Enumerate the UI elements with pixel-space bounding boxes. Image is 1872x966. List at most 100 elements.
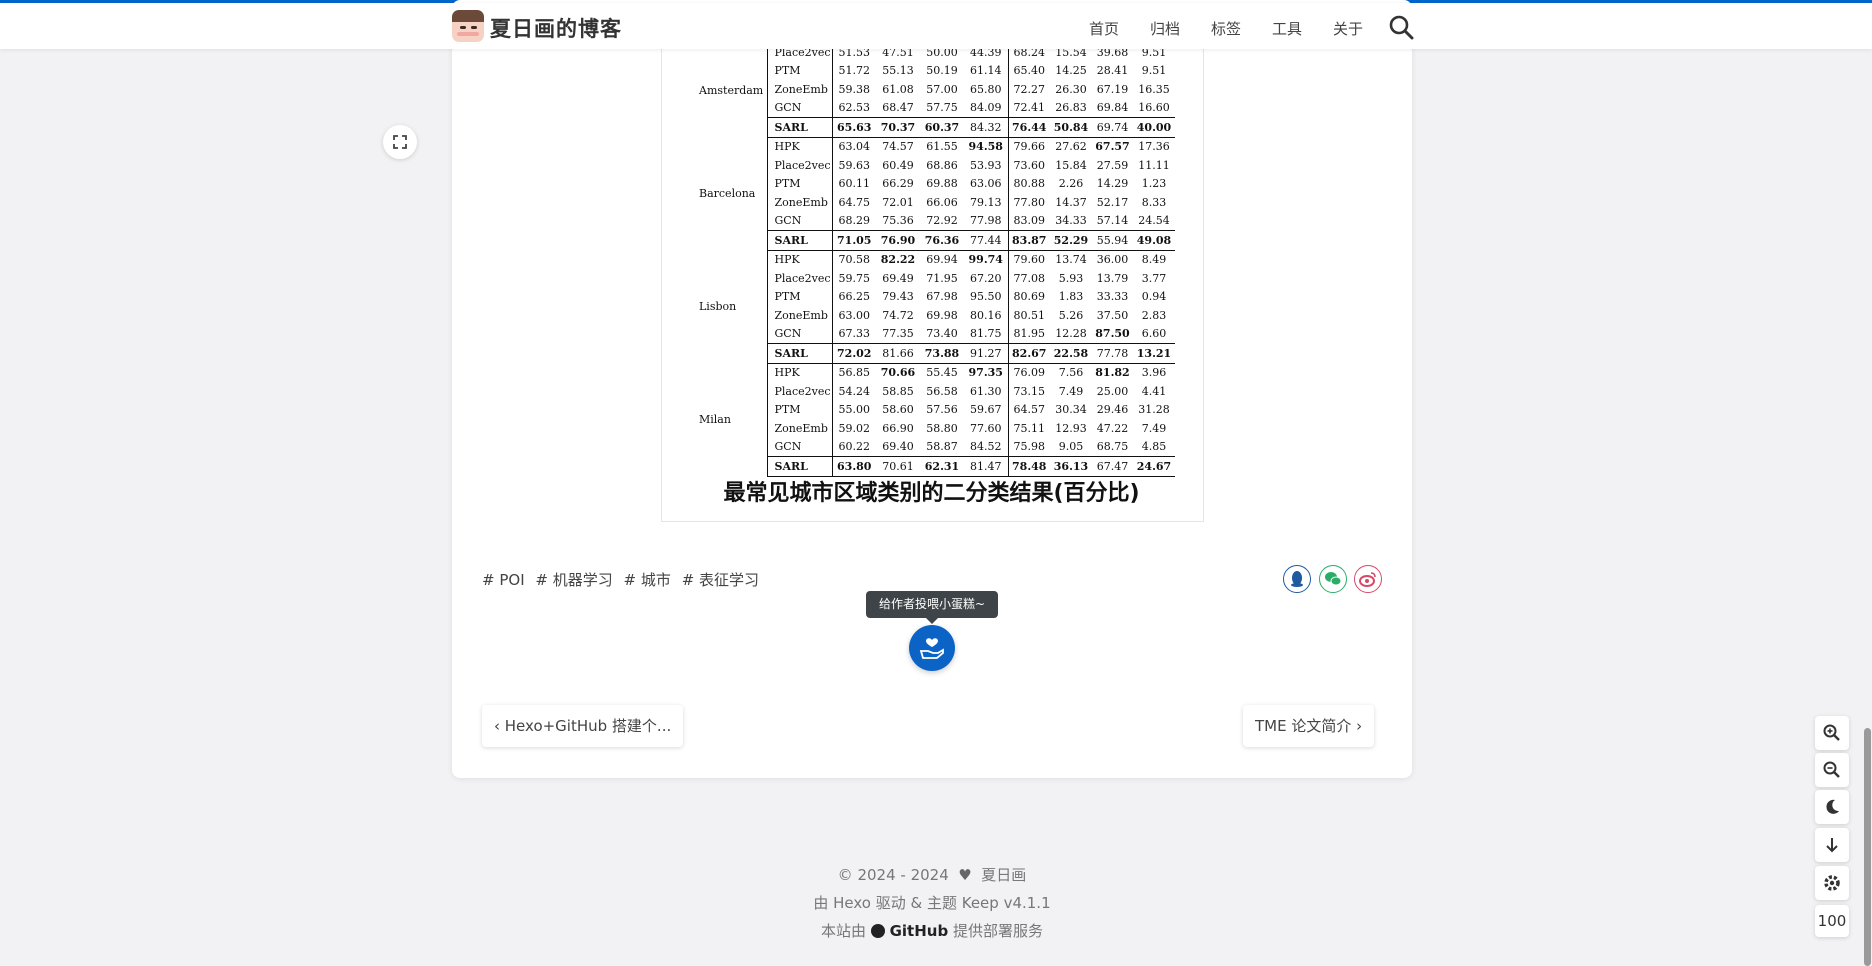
value-cell: 72.27 (1013, 82, 1046, 96)
moon-icon (1826, 799, 1839, 814)
zoom-out-button[interactable] (1815, 753, 1849, 787)
value-cell: 55.13 (882, 64, 914, 78)
model-cell: SARL (767, 456, 833, 477)
value-cell: 58.60 (882, 403, 914, 417)
value-cell: 91.27 (964, 343, 1009, 364)
value-cell: 26.83 (1055, 101, 1087, 115)
prev-post-link[interactable]: ‹ Hexo+GitHub 搭建个... (482, 705, 684, 747)
value-cell: 50.19 (926, 64, 958, 78)
city-cell: Lisbon (692, 250, 768, 363)
value-cell: 80.51 (1013, 308, 1046, 322)
zoom-in-icon (1823, 724, 1840, 741)
value-cell: 57.00 (926, 82, 958, 96)
share-qq-icon[interactable] (1283, 565, 1311, 593)
tag-representation-learning[interactable]: # 表征学习 (682, 571, 759, 589)
site-logo[interactable] (452, 10, 484, 42)
site-title[interactable]: 夏日画的博客 (490, 13, 622, 43)
value-cell: 97.35 (964, 363, 1009, 382)
nav-item-archive[interactable]: 归档 (1150, 18, 1180, 39)
nav-item-tools[interactable]: 工具 (1272, 18, 1302, 39)
font-size-percent[interactable]: 100 (1815, 905, 1849, 937)
value-cell: 69.84 (1096, 101, 1129, 115)
value-cell: 59.63 (838, 158, 871, 172)
value-cell: 75.11 (1013, 421, 1046, 435)
value-cell: 80.88 (1013, 177, 1046, 191)
value-cell: 53.93 (964, 156, 1009, 175)
value-cell: 14.37 (1055, 195, 1087, 209)
value-cell: 69.88 (926, 177, 958, 191)
value-cell: 61.08 (882, 82, 914, 96)
nav-item-home[interactable]: 首页 (1089, 18, 1119, 39)
model-cell: GCN (767, 98, 833, 118)
value-cell: 77.60 (964, 419, 1009, 438)
model-cell: PTM (767, 287, 833, 306)
tag-city[interactable]: # 城市 (624, 571, 671, 589)
value-cell: 37.50 (1096, 308, 1129, 322)
value-cell: 13.21 (1133, 343, 1175, 364)
share-wechat-icon[interactable] (1319, 565, 1347, 593)
value-cell: 58.85 (882, 384, 914, 398)
value-cell: 14.25 (1055, 64, 1087, 78)
tag-list: # POI # 机器学习 # 城市 # 表征学习 (482, 569, 765, 590)
value-cell: 69.98 (926, 308, 958, 322)
nav-item-tags[interactable]: 标签 (1211, 18, 1241, 39)
value-cell: 55.45 (926, 366, 958, 380)
value-cell: 75.36 (882, 214, 914, 228)
value-cell: 61.14 (964, 61, 1009, 80)
value-cell: 60.22 (838, 440, 871, 454)
value-cell: 80.16 (964, 306, 1009, 325)
donate-button[interactable] (909, 625, 955, 671)
model-cell: ZoneEmb (767, 419, 833, 438)
value-cell: 77.08 (1013, 271, 1046, 285)
value-cell: 76.09 (1013, 366, 1046, 380)
value-cell: 13.74 (1055, 253, 1087, 267)
tag-poi[interactable]: # POI (482, 571, 525, 589)
value-cell: 57.14 (1096, 214, 1129, 228)
zoom-in-button[interactable] (1815, 716, 1849, 750)
value-cell: 50.84 (1050, 117, 1092, 138)
value-cell: 2.83 (1141, 308, 1167, 322)
dark-mode-button[interactable] (1815, 790, 1849, 824)
value-cell: 56.85 (838, 366, 871, 380)
value-cell: 26.30 (1055, 82, 1087, 96)
share-weibo-icon[interactable] (1354, 565, 1382, 593)
value-cell: 73.60 (1013, 158, 1046, 172)
donate-hand-heart-icon (919, 638, 944, 659)
value-cell: 77.35 (882, 327, 914, 341)
value-cell: 69.94 (926, 253, 958, 267)
value-cell: 24.54 (1138, 214, 1170, 228)
value-cell: 5.93 (1058, 271, 1084, 285)
value-cell: 3.77 (1141, 271, 1167, 285)
settings-button[interactable] (1815, 866, 1849, 900)
next-post-link[interactable]: TME 论文简介 › (1243, 705, 1375, 747)
model-cell: PTM (767, 400, 833, 419)
github-link[interactable]: GitHub (890, 922, 949, 940)
nav-item-about[interactable]: 关于 (1333, 18, 1363, 39)
value-cell: 68.86 (926, 158, 958, 172)
value-cell: 67.19 (1096, 82, 1129, 96)
table-row: Lisbon HPK 70.58 82.22 69.94 99.74 79.60 13.74 3… (692, 250, 1175, 363)
footer-author[interactable]: 夏日画 (981, 866, 1026, 884)
scroll-bottom-button[interactable] (1815, 828, 1849, 862)
value-cell: 78.48 (1008, 456, 1050, 477)
value-cell: 30.34 (1055, 403, 1087, 417)
value-cell: 16.60 (1138, 101, 1170, 115)
value-cell: 82.22 (880, 253, 916, 267)
value-cell: 74.57 (882, 140, 914, 154)
search-icon[interactable] (1388, 14, 1414, 40)
value-cell: 52.29 (1050, 230, 1092, 251)
value-cell: 60.49 (882, 158, 914, 172)
value-cell: 63.80 (832, 456, 876, 477)
model-cell: ZoneEmb (767, 193, 833, 212)
value-cell: 73.15 (1013, 384, 1046, 398)
value-cell: 77.80 (1013, 195, 1046, 209)
value-cell: 74.72 (882, 308, 914, 322)
footer-powered[interactable]: 由 Hexo 驱动 & 主题 Keep v4.1.1 (452, 892, 1412, 913)
page-scrollbar[interactable] (1864, 728, 1871, 966)
fullscreen-toggle-icon[interactable] (383, 125, 417, 159)
model-cell: GCN (767, 324, 833, 344)
value-cell: 9.05 (1058, 440, 1084, 454)
value-cell: 2.26 (1058, 177, 1084, 191)
chevron-right-icon: › (1356, 717, 1363, 735)
tag-machine-learning[interactable]: # 机器学习 (535, 571, 612, 589)
